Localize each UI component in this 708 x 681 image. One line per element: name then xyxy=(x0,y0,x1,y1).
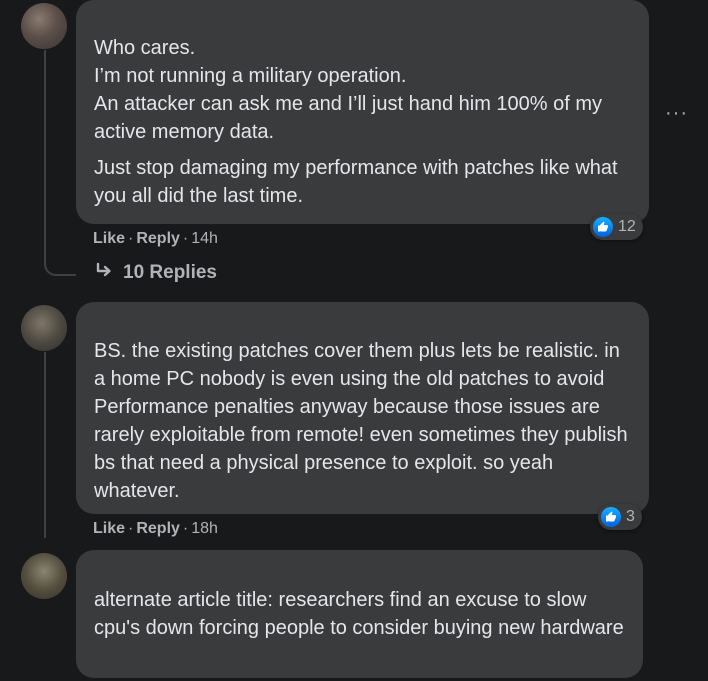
comment-text: Just stop damaging my performance with p… xyxy=(94,157,618,207)
comment-bubble: alternate article title: researchers fin… xyxy=(76,550,643,678)
separator: · xyxy=(182,230,189,247)
comment-text: BS. the existing patches cover them plus… xyxy=(94,340,628,502)
like-button[interactable]: Like xyxy=(93,230,125,247)
comment-bubble: BS. the existing patches cover them plus… xyxy=(76,302,649,514)
avatar[interactable] xyxy=(21,305,67,351)
avatar[interactable] xyxy=(21,3,67,49)
reaction-count: 12 xyxy=(618,218,636,235)
reply-arrow-icon xyxy=(95,262,113,284)
thread-line xyxy=(44,352,46,538)
comment-actions: Like · Reply · 14h xyxy=(93,230,218,248)
view-replies-button[interactable]: 10 Replies xyxy=(95,262,217,284)
comment-actions: Like · Reply · 18h xyxy=(93,520,218,538)
reply-button[interactable]: Reply xyxy=(136,230,180,247)
reply-button[interactable]: Reply xyxy=(136,520,180,537)
comment-text: alternate article title: researchers fin… xyxy=(94,589,624,639)
comment-text: Who cares. I’m not running a military op… xyxy=(94,37,603,143)
avatar[interactable] xyxy=(21,553,67,599)
timestamp[interactable]: 14h xyxy=(191,230,218,247)
comment-bubble: Who cares. I’m not running a military op… xyxy=(76,0,649,224)
timestamp[interactable]: 18h xyxy=(191,520,218,537)
more-options-icon[interactable]: ··· xyxy=(665,103,688,123)
thread-connector xyxy=(44,254,76,276)
thread-line xyxy=(44,50,46,264)
separator: · xyxy=(182,520,189,537)
separator: · xyxy=(128,230,134,247)
reaction-summary[interactable]: 3 xyxy=(598,504,642,530)
reaction-count: 3 xyxy=(626,508,635,525)
thumbs-up-icon xyxy=(593,217,613,237)
reaction-summary[interactable]: 12 xyxy=(590,214,643,240)
like-button[interactable]: Like xyxy=(93,520,125,537)
separator: · xyxy=(128,520,134,537)
replies-label: 10 Replies xyxy=(123,262,217,283)
thumbs-up-icon xyxy=(601,507,621,527)
